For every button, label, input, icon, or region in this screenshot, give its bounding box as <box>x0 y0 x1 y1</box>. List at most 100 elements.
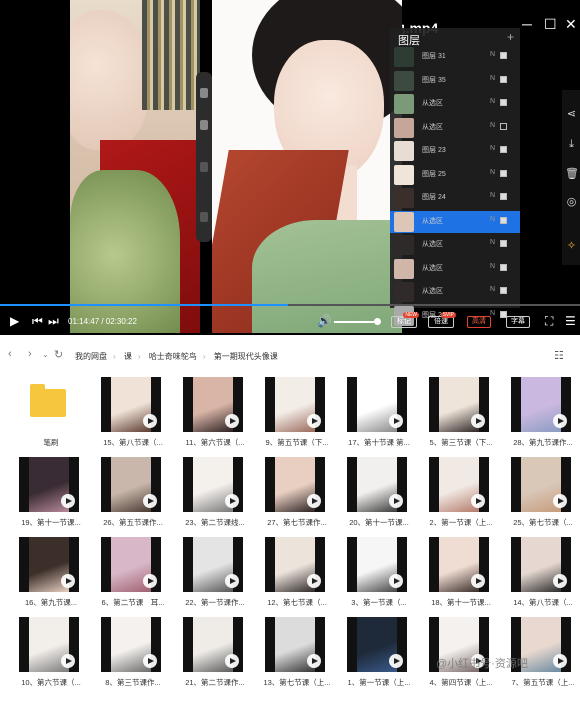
video-thumbnail <box>347 537 407 592</box>
blend-mode-label: N <box>490 98 496 105</box>
layer-thumbnail <box>394 282 414 302</box>
video-file-item[interactable]: 3、第一节课（... <box>346 537 418 625</box>
progress-bar[interactable] <box>0 304 580 306</box>
play-icon[interactable]: ▶ <box>10 314 19 328</box>
play-icon <box>143 494 157 508</box>
folder-icon <box>30 384 66 417</box>
video-file-item[interactable]: 10、第六节课（... <box>18 617 90 705</box>
layer-name: 从选区 <box>422 241 443 248</box>
video-file-item[interactable]: 18、第十一节课... <box>428 537 500 625</box>
layer-visibility-checkbox <box>500 193 507 200</box>
painting-face <box>70 10 150 150</box>
maximize-button[interactable]: ☐ <box>544 16 557 32</box>
layers-panel: 图层 + 图层 31 N 图层 35 N 从选区 N 从选区 N 图层 23 N 图层 25 N 图层 … <box>390 28 520 326</box>
video-thumbnail <box>511 457 571 512</box>
delete-icon[interactable]: 🗑 <box>565 168 579 181</box>
video-file-item[interactable]: 26、第五节课作... <box>100 457 172 545</box>
breadcrumb-item[interactable]: 哈士奇味鸵鸟 <box>149 352 197 361</box>
play-icon <box>143 574 157 588</box>
file-name: 17、第十节课 第... <box>348 438 410 447</box>
painting-headdress <box>142 0 200 110</box>
subtitle-button[interactable]: 字幕 <box>506 316 530 328</box>
view-mode-icon[interactable]: ☷ <box>554 349 564 362</box>
file-name: 笔刷 <box>43 438 59 447</box>
video-file-item[interactable]: 2、第一节课（上... <box>428 457 500 545</box>
video-player[interactable]: 13、第七节课（下）唐代上色.mp4 ─ ☐ ✕ 图层 + 图层 31N图层 3… <box>0 0 580 335</box>
layer-visibility-checkbox <box>500 169 507 177</box>
history-dropdown-icon[interactable]: ⌄ <box>42 350 49 359</box>
video-file-item[interactable]: 21、第二节课作... <box>182 617 254 705</box>
play-icon <box>225 494 239 508</box>
layer-name: 图层 25 <box>422 170 446 178</box>
blend-mode-label: N <box>490 192 496 199</box>
file-name: 22、第一节课作... <box>185 598 245 607</box>
folder-item[interactable]: 笔刷 <box>18 377 90 465</box>
opacity-slider <box>200 120 208 130</box>
volume-knob[interactable] <box>374 318 381 325</box>
target-icon[interactable]: ◎ <box>565 196 578 209</box>
breadcrumb-item[interactable]: 课 <box>124 352 132 361</box>
layer-thumbnail <box>394 211 414 232</box>
speed-button[interactable]: 倍速 SVIP <box>428 312 456 328</box>
play-icon <box>553 654 567 668</box>
video-file-item[interactable]: 28、第九节课作... <box>510 377 580 465</box>
layer-thumbnail <box>394 141 414 161</box>
breadcrumb-item[interactable]: 第一期现代头像课 <box>214 352 278 361</box>
back-icon[interactable]: ‹ <box>8 348 12 360</box>
painting-green-sleeve <box>70 170 180 333</box>
video-thumbnail <box>429 377 489 432</box>
play-icon <box>471 494 485 508</box>
close-button[interactable]: ✕ <box>565 16 577 32</box>
previous-icon[interactable]: ⏮ <box>32 314 43 328</box>
file-name: 6、第二节课 耳... <box>101 598 165 607</box>
video-file-item[interactable]: 5、第三节课（下... <box>428 377 500 465</box>
video-thumbnail <box>265 537 325 592</box>
video-file-item[interactable]: 16、第九节课... <box>18 537 90 625</box>
breadcrumb: 我的网盘 › 课 › 哈士奇味鸵鸟 › 第一期现代头像课 <box>75 352 278 361</box>
explorer-nav-bar: ‹ › ⌄ ↻ 我的网盘 › 课 › 哈士奇味鸵鸟 › 第一期现代头像课 ☷ <box>0 345 580 367</box>
volume-icon[interactable]: 🔊 <box>317 314 332 328</box>
video-file-item[interactable]: 25、第七节课（... <box>510 457 580 545</box>
quality-label: 高清 <box>472 318 486 325</box>
next-icon[interactable]: ⏭ <box>48 314 59 328</box>
download-icon[interactable]: ⤓ <box>565 138 578 151</box>
video-file-item[interactable]: 13、第七节课（上... <box>263 617 336 705</box>
play-icon <box>389 494 403 508</box>
video-file-item[interactable]: 15、第八节课（... <box>100 377 172 465</box>
quality-button[interactable]: 高清 <box>467 316 491 328</box>
video-file-item[interactable]: 11、第六节课（... <box>182 377 254 465</box>
video-file-item[interactable]: 27、第七节课作... <box>264 457 336 545</box>
bookmark-button[interactable]: 标记 NEW <box>391 312 419 328</box>
bookmark-label: 标记 <box>397 318 411 325</box>
video-file-item[interactable]: 12、第七节课（... <box>264 537 336 625</box>
refresh-icon[interactable]: ↻ <box>54 348 63 361</box>
volume-slider[interactable] <box>334 321 376 323</box>
share-icon[interactable]: ⋖ <box>565 108 578 121</box>
layer-visibility-checkbox <box>500 216 507 224</box>
playlist-icon[interactable]: ☰ <box>565 314 576 328</box>
blend-mode-label: N <box>490 121 496 129</box>
video-file-item[interactable]: 1、第一节课（上... <box>346 617 418 705</box>
video-file-item[interactable]: 6、第二节课 耳... <box>100 537 172 625</box>
forward-icon[interactable]: › <box>28 348 32 360</box>
video-file-item[interactable]: 19、第十一节课... <box>18 457 90 545</box>
fullscreen-icon[interactable]: ⛶ <box>545 314 553 328</box>
video-file-item[interactable]: 9、第五节课（下... <box>264 377 336 465</box>
layer-name: 从选区 <box>422 100 443 107</box>
speed-label: 倍速 <box>434 318 448 325</box>
video-file-item[interactable]: 8、第三节课作... <box>100 617 172 705</box>
minimize-button[interactable]: ─ <box>522 16 532 32</box>
breadcrumb-item[interactable]: 我的网盘 <box>75 352 107 361</box>
layer-visibility-checkbox <box>500 263 507 271</box>
play-icon <box>471 414 485 428</box>
file-name: 14、第八节课（... <box>513 598 573 607</box>
video-file-item[interactable]: 22、第一节课作... <box>182 537 254 625</box>
video-thumbnail <box>183 377 243 432</box>
video-file-item[interactable]: 23、第二节课线... <box>182 457 254 545</box>
magic-icon[interactable]: ✧ <box>565 240 578 253</box>
video-file-item[interactable]: 17、第十节课 第... <box>346 377 418 465</box>
blend-mode-label: N <box>490 286 496 293</box>
video-file-item[interactable]: 14、第八节课（... <box>510 537 580 625</box>
layer-thumbnail <box>394 70 414 91</box>
video-file-item[interactable]: 20、第十一节课... <box>346 457 418 545</box>
